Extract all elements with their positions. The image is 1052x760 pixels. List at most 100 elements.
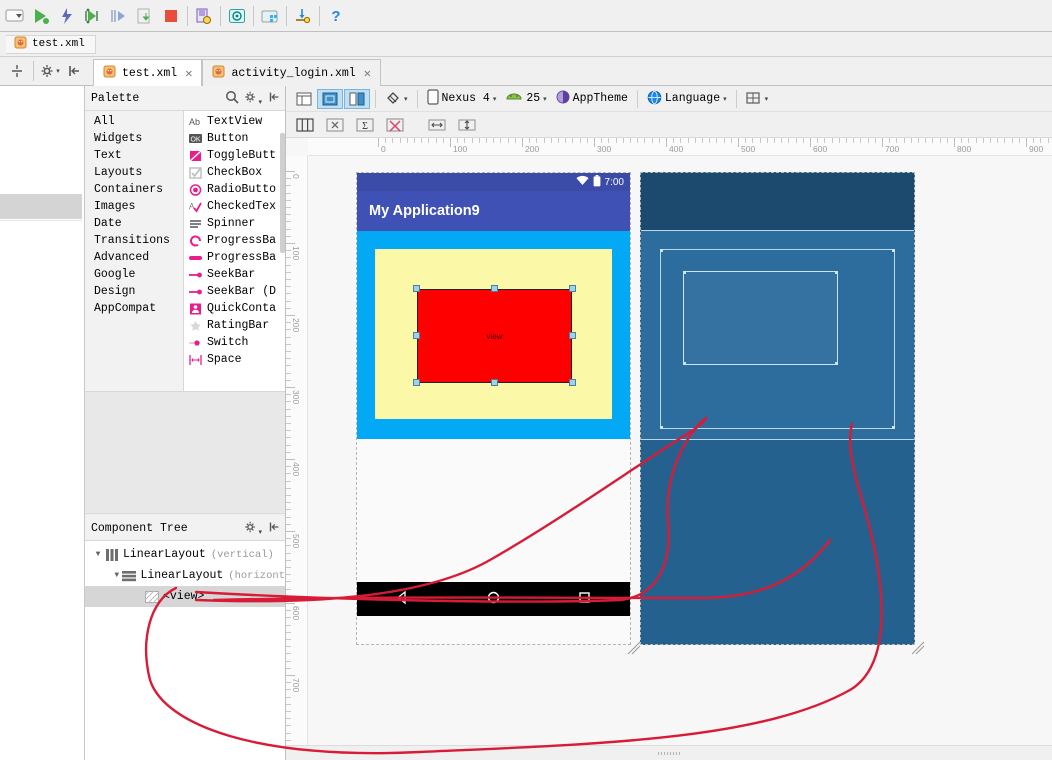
resize-handle-bottom-center[interactable] bbox=[491, 379, 498, 386]
nav-home-icon[interactable] bbox=[486, 590, 501, 608]
gear-icon[interactable]: ▾ bbox=[244, 520, 262, 537]
palette-category-google[interactable]: Google bbox=[85, 266, 183, 283]
design-mode-button[interactable] bbox=[292, 89, 316, 109]
palette-item-progressbar-circular[interactable]: ProgressBa bbox=[184, 232, 285, 249]
project-structure-icon[interactable] bbox=[257, 3, 283, 29]
palette-category-transitions[interactable]: Transitions bbox=[85, 232, 183, 249]
tree-node-view[interactable]: <view> bbox=[85, 586, 285, 607]
chevron-down-icon[interactable]: ▾ bbox=[404, 95, 408, 103]
palette-category-text[interactable]: Text bbox=[85, 147, 183, 164]
palette-category-date[interactable]: Date bbox=[85, 215, 183, 232]
clear-constraints-button[interactable] bbox=[382, 115, 408, 135]
palette-item-spinner[interactable]: Spinner bbox=[184, 215, 285, 232]
blueprint-mode-button[interactable] bbox=[317, 88, 343, 109]
pack-horizontal-button[interactable] bbox=[424, 115, 450, 135]
both-mode-button[interactable] bbox=[344, 88, 370, 109]
help-icon[interactable]: ? bbox=[323, 3, 349, 29]
gear-icon[interactable]: ▾ bbox=[244, 90, 262, 107]
device-resize-handle[interactable] bbox=[627, 641, 641, 655]
chevron-down-icon[interactable]: ▾ bbox=[723, 95, 727, 103]
palette-item-switch[interactable]: Switch bbox=[184, 334, 285, 351]
collapse-icon[interactable] bbox=[267, 90, 281, 107]
blueprint-selected-view[interactable] bbox=[683, 271, 838, 365]
debug-icon[interactable] bbox=[80, 3, 106, 29]
attach-debugger-icon[interactable] bbox=[132, 3, 158, 29]
tree-node-linearlayout-vertical[interactable]: ▼ LinearLayout (vertical) bbox=[85, 544, 285, 565]
tab-close-icon[interactable]: ✕ bbox=[364, 66, 371, 81]
blueprint-outer-layout[interactable] bbox=[641, 231, 914, 439]
palette-item-space[interactable]: Space bbox=[184, 351, 285, 368]
palette-item-togglebutton[interactable]: ToggleButt bbox=[184, 147, 285, 164]
avd-manager-icon[interactable] bbox=[224, 3, 250, 29]
sync-gradle-icon[interactable] bbox=[290, 3, 316, 29]
apply-changes-icon[interactable] bbox=[54, 3, 80, 29]
palette-item-radiobutton[interactable]: RadioButto bbox=[184, 181, 285, 198]
orientation-button[interactable]: ▾ bbox=[381, 89, 412, 109]
palette-category-layouts[interactable]: Layouts bbox=[85, 164, 183, 181]
left-strip-selected-row[interactable] bbox=[0, 194, 82, 219]
resize-handle-top-center[interactable] bbox=[491, 285, 498, 292]
blueprint-resize-handle[interactable] bbox=[911, 641, 925, 655]
resize-handle-bottom-left[interactable] bbox=[413, 379, 420, 386]
nav-back-icon[interactable] bbox=[395, 590, 410, 608]
chevron-down-icon[interactable]: ▾ bbox=[543, 95, 547, 103]
tab-activity-login-xml[interactable]: activity_login.xml ✕ bbox=[202, 59, 381, 86]
expand-arrow-icon[interactable]: ▼ bbox=[111, 571, 122, 580]
outer-linearlayout-preview[interactable]: view bbox=[357, 231, 630, 439]
chevron-down-icon[interactable]: ▾ bbox=[493, 95, 497, 103]
device-preview[interactable]: 7:00 My Application9 view bbox=[356, 172, 641, 655]
resize-handle-top-left[interactable] bbox=[413, 285, 420, 292]
palette-category-images[interactable]: Images bbox=[85, 198, 183, 215]
palette-item-progressbar-horizontal[interactable]: ProgressBa bbox=[184, 249, 285, 266]
resize-handle-top-right[interactable] bbox=[569, 285, 576, 292]
inner-linearlayout-preview[interactable]: view bbox=[375, 249, 612, 421]
palette-category-advanced[interactable]: Advanced bbox=[85, 249, 183, 266]
run-icon[interactable] bbox=[28, 3, 54, 29]
design-canvas[interactable]: 0 100 200 300 400 500 600 700 800 900 0 100 200 300 4… bbox=[286, 138, 1052, 745]
search-icon[interactable] bbox=[225, 90, 240, 107]
collapse-icon[interactable] bbox=[267, 520, 281, 537]
palette-scrollbar[interactable] bbox=[280, 133, 285, 253]
palette-category-appcompat[interactable]: AppCompat bbox=[85, 300, 183, 317]
palette-item-ratingbar[interactable]: RatingBar bbox=[184, 317, 285, 334]
palette-category-widgets[interactable]: Widgets bbox=[85, 130, 183, 147]
resize-handle-bottom-right[interactable] bbox=[569, 379, 576, 386]
layout-variants-button[interactable]: ▾ bbox=[742, 89, 773, 109]
settings-gear-icon[interactable]: ▾ bbox=[39, 60, 61, 82]
split-editor-icon[interactable] bbox=[6, 60, 28, 82]
palette-item-seekbar-discrete[interactable]: SeekBar (D bbox=[184, 283, 285, 300]
palette-item-quickcontactbadge[interactable]: QuickConta bbox=[184, 300, 285, 317]
infer-constraints-button[interactable]: Σ bbox=[352, 115, 378, 135]
palette-category-design[interactable]: Design bbox=[85, 283, 183, 300]
canvas-bottom-splitter[interactable] bbox=[286, 745, 1052, 760]
collapse-all-icon[interactable] bbox=[63, 60, 85, 82]
expand-arrow-icon[interactable]: ▼ bbox=[91, 550, 105, 559]
nav-recents-icon[interactable] bbox=[577, 590, 592, 608]
show-constraints-button[interactable] bbox=[292, 115, 318, 135]
palette-item-seekbar[interactable]: SeekBar bbox=[184, 266, 285, 283]
palette-item-checkbox[interactable]: CheckBox bbox=[184, 164, 285, 181]
resize-handle-middle-left[interactable] bbox=[413, 332, 420, 339]
navigation-dropdown-icon[interactable] bbox=[2, 3, 28, 29]
palette-item-checkedtextview[interactable]: A CheckedTex bbox=[184, 198, 285, 215]
palette-item-textview[interactable]: Ab TextView bbox=[184, 113, 285, 130]
tab-close-icon[interactable]: ✕ bbox=[185, 66, 192, 81]
resize-handle-middle-right[interactable] bbox=[569, 332, 576, 339]
palette-category-containers[interactable]: Containers bbox=[85, 181, 183, 198]
blueprint-preview[interactable] bbox=[640, 172, 925, 655]
pack-vertical-button[interactable] bbox=[454, 115, 480, 135]
selected-view-preview[interactable]: view bbox=[417, 289, 572, 383]
tab-test-xml[interactable]: test.xml ✕ bbox=[93, 59, 203, 86]
canvas-surface[interactable]: 7:00 My Application9 view bbox=[308, 156, 1052, 745]
sdk-manager-icon[interactable] bbox=[191, 3, 217, 29]
language-selector[interactable]: Language ▾ bbox=[643, 89, 731, 109]
api-level-selector[interactable]: 25 ▾ bbox=[501, 89, 550, 109]
step-over-icon[interactable] bbox=[106, 3, 132, 29]
theme-selector[interactable]: AppTheme bbox=[552, 89, 632, 109]
tree-node-linearlayout-horizontal[interactable]: ▼ LinearLayout (horizont bbox=[85, 565, 285, 586]
autoconnect-button[interactable] bbox=[322, 115, 348, 135]
palette-category-all[interactable]: All bbox=[85, 113, 183, 130]
stop-icon[interactable] bbox=[158, 3, 184, 29]
palette-item-button[interactable]: OK Button bbox=[184, 130, 285, 147]
chevron-down-icon[interactable]: ▾ bbox=[765, 95, 769, 103]
